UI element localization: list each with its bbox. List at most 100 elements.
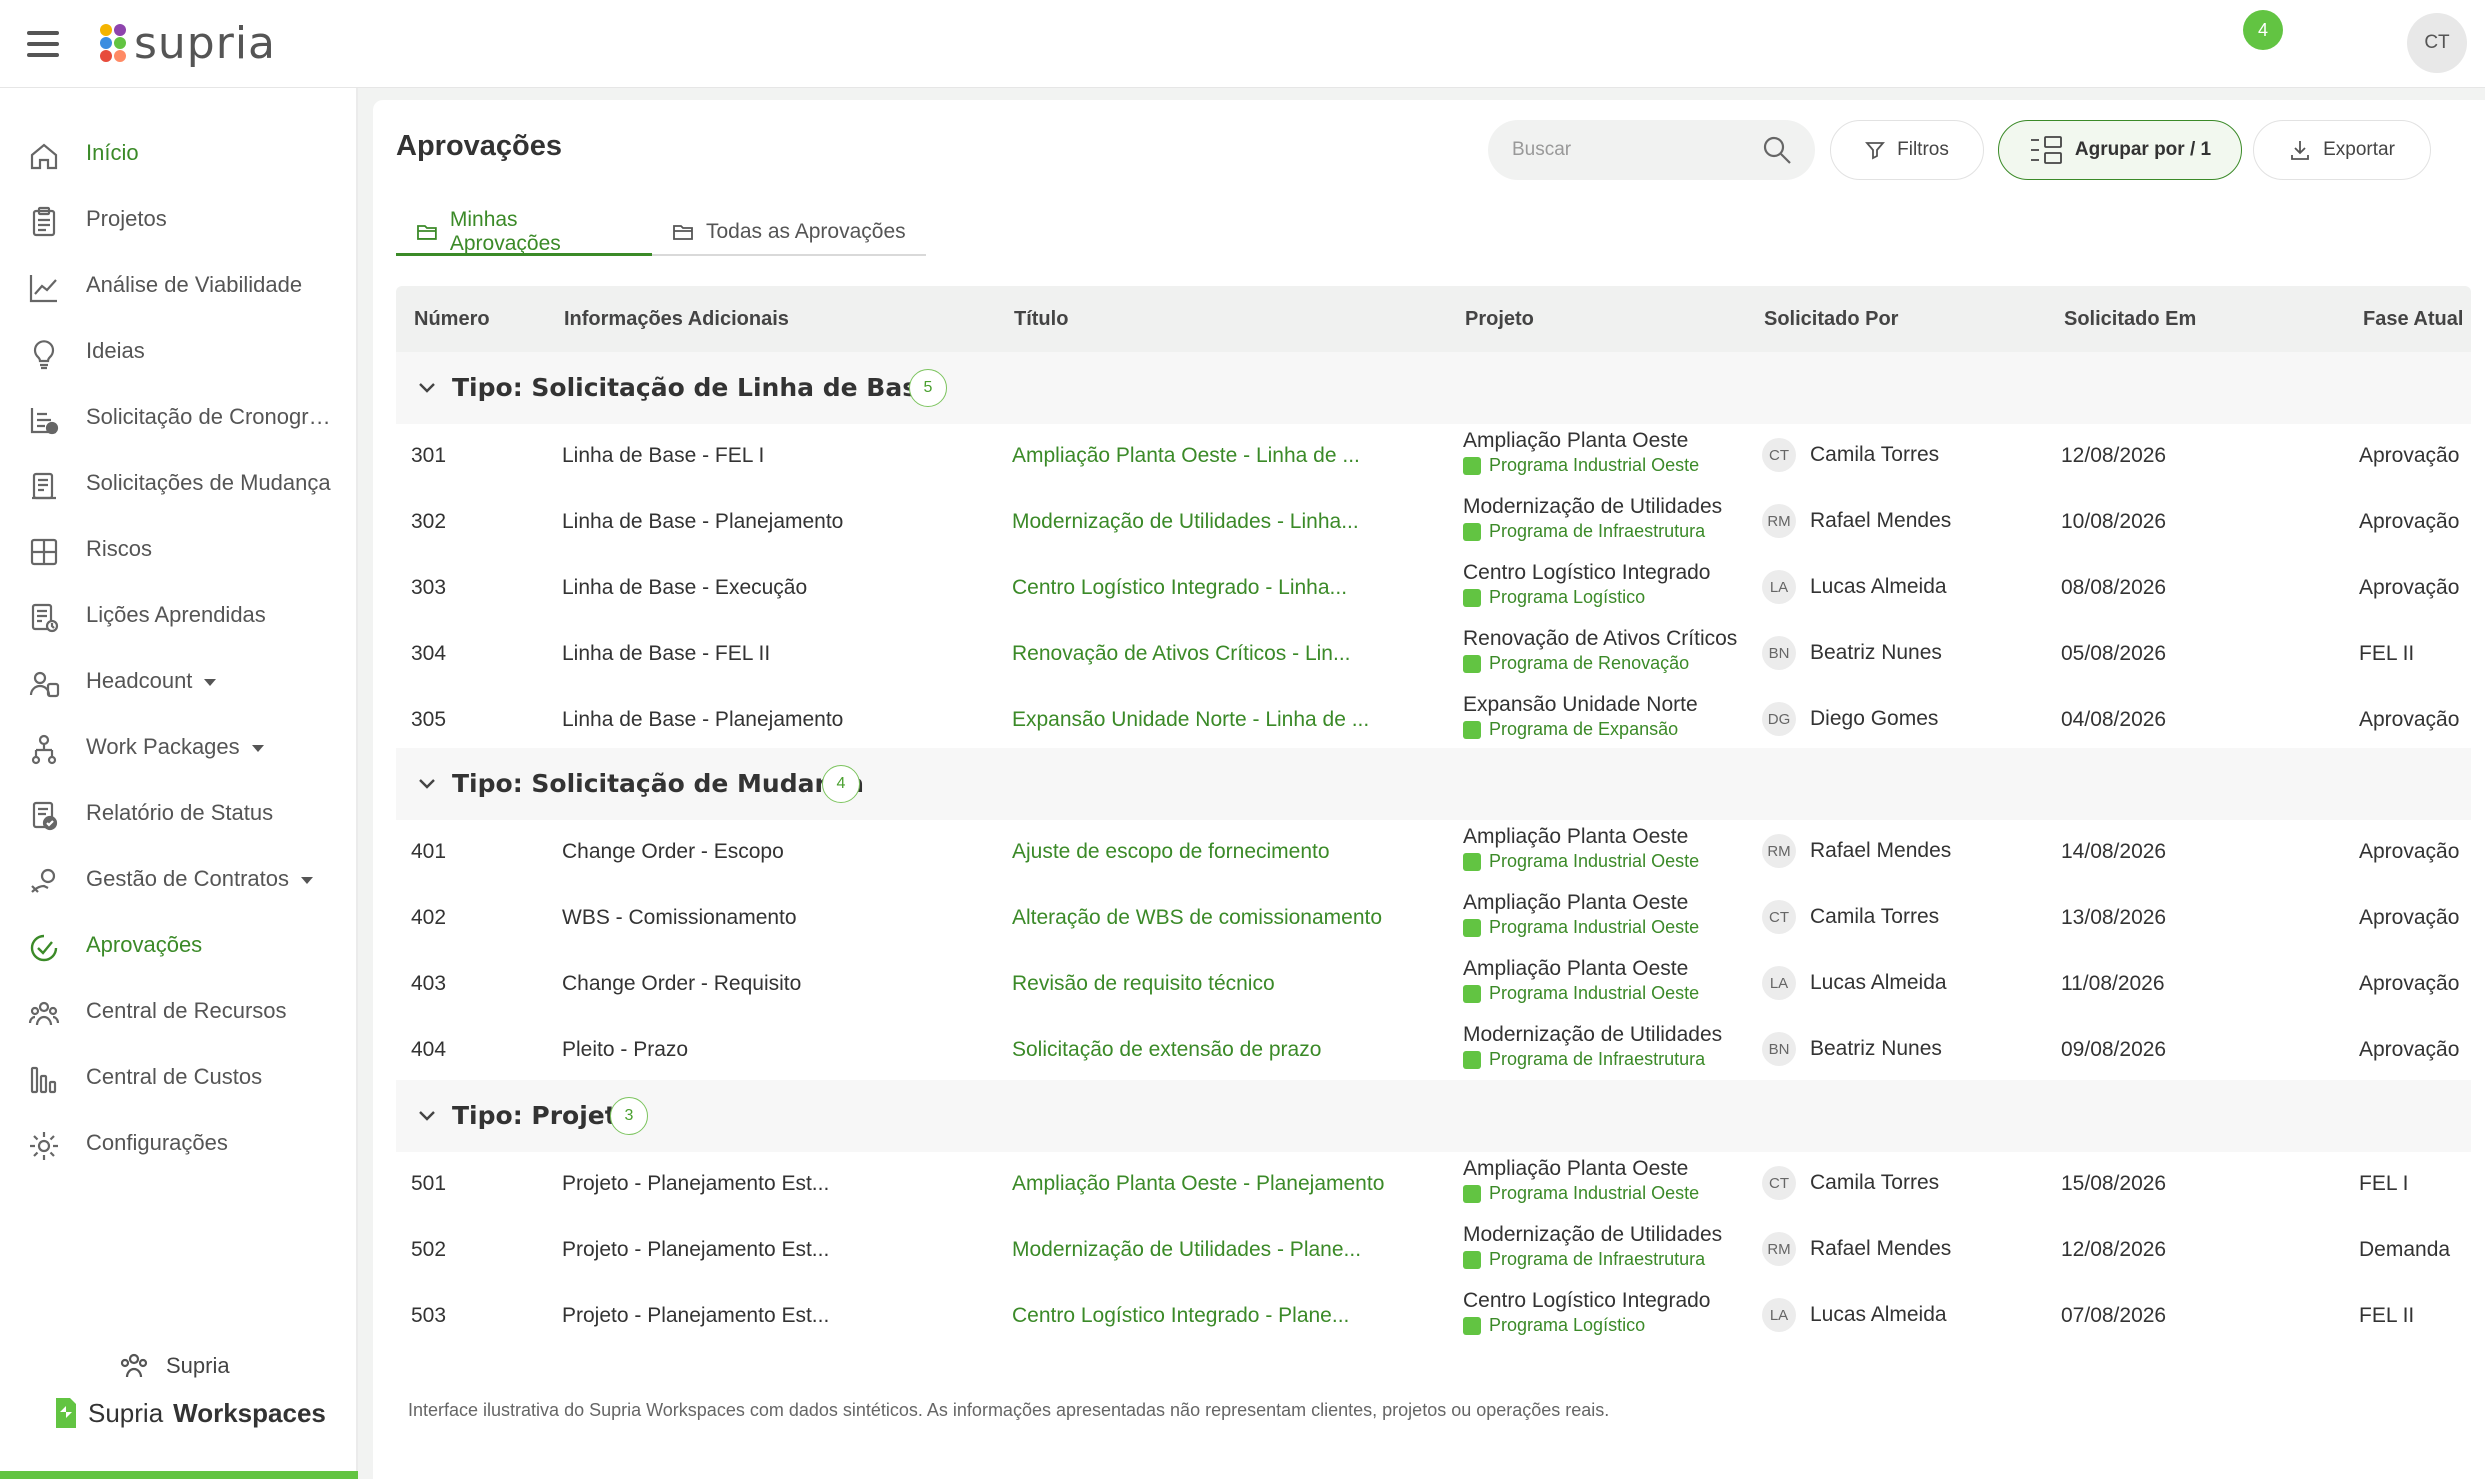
notification-badge[interactable]: 4 (2243, 10, 2283, 50)
cell-title-link[interactable]: Ajuste de escopo de fornecimento (1012, 840, 1422, 864)
table-row[interactable]: 302 Linha de Base - Planejamento Moderniza… (396, 490, 2471, 556)
search-box[interactable] (1488, 120, 1815, 180)
project-name: Modernização de Utilidades (1463, 1223, 1723, 1246)
table-row[interactable]: 401 Change Order - Escopo Ajuste de escopo… (396, 820, 2471, 886)
group-by-button[interactable]: Agrupar por / 1 (1998, 120, 2242, 180)
cell-title-link[interactable]: Renovação de Ativos Críticos - Lin... (1012, 642, 1422, 666)
lessons-icon (31, 603, 59, 633)
gear-icon (30, 1132, 58, 1160)
cell-title-link[interactable]: Alteração de WBS de comissionamento (1012, 906, 1422, 930)
cell-number: 404 (411, 1038, 447, 1061)
group-label: Tipo: Solicitação de Mudança (452, 769, 864, 798)
sidebar-item-headcount[interactable]: Headcount (0, 652, 356, 712)
column-header-numero[interactable]: Número (414, 308, 490, 331)
sidebar-item-ideias[interactable]: Ideias (0, 322, 356, 382)
column-header-info[interactable]: Informações Adicionais (564, 308, 789, 331)
cell-phase: Aprovação (2359, 444, 2460, 467)
change-request-icon (32, 472, 56, 500)
table-row[interactable]: 403 Change Order - Requisito Revisão de re… (396, 952, 2471, 1018)
cell-title-link[interactable]: Ampliação Planta Oeste - Planejamento (1012, 1172, 1422, 1196)
cell-title-link[interactable]: Centro Logístico Integrado - Linha... (1012, 576, 1422, 600)
cell-project: Ampliação Planta Oeste Programa Industria… (1463, 429, 1763, 476)
search-input[interactable] (1512, 134, 1752, 166)
group-header[interactable]: Tipo: Solicitação de Mudança 4 (396, 748, 2471, 820)
requester-name: Lucas Almeida (1810, 1303, 1947, 1326)
chevron-down-icon[interactable] (416, 772, 438, 794)
column-header-projeto[interactable]: Projeto (1465, 308, 1534, 331)
sidebar-item-solicitacoes-mudanca[interactable]: Solicitações de Mudança (0, 454, 356, 514)
table-row[interactable]: 502 Projeto - Planejamento Est... Moderniz… (396, 1218, 2471, 1284)
cell-title-link[interactable]: Ampliação Planta Oeste - Linha de ... (1012, 444, 1422, 468)
avatar: RM (1762, 504, 1796, 538)
cell-title-link[interactable]: Expansão Unidade Norte - Linha de ... (1012, 708, 1422, 732)
tab-minhas-aprovacoes[interactable]: Minhas Aprovações (396, 208, 652, 256)
search-icon[interactable] (1761, 134, 1793, 166)
group-count-badge: 4 (822, 765, 860, 803)
sidebar-item-central-recursos[interactable]: Central de Recursos (0, 982, 356, 1042)
program-name: Programa Industrial Oeste (1489, 455, 1700, 475)
table-row[interactable]: 503 Projeto - Planejamento Est... Centro L… (396, 1284, 2471, 1350)
column-header-solicitado-por[interactable]: Solicitado Por (1764, 308, 1898, 331)
cell-title-link[interactable]: Solicitação de extensão de prazo (1012, 1038, 1422, 1062)
table-row[interactable]: 305 Linha de Base - Planejamento Expansão … (396, 688, 2471, 754)
sidebar-item-gestao-contratos[interactable]: Gestão de Contratos (0, 850, 356, 910)
program-name: Programa de Expansão (1489, 719, 1679, 739)
program-tag: Programa Industrial Oeste (1463, 455, 1763, 476)
cell-info: Linha de Base - Planejamento (562, 708, 844, 731)
cell-requested-date: 10/08/2026 (2061, 510, 2167, 533)
column-header-solicitado-em[interactable]: Solicitado Em (2064, 308, 2196, 331)
cell-title-link[interactable]: Centro Logístico Integrado - Plane... (1012, 1304, 1422, 1328)
sidebar-item-aprovacoes[interactable]: Aprovações (0, 916, 356, 976)
program-tag: Programa de Renovação (1463, 653, 1763, 674)
avatar: DG (1762, 702, 1796, 736)
column-header-fase-atual[interactable]: Fase Atual (2363, 308, 2463, 331)
group-header[interactable]: Tipo: Projeto 3 (396, 1080, 2471, 1152)
project-name: Modernização de Utilidades (1463, 1023, 1723, 1046)
cell-phase: Aprovação (2359, 510, 2460, 533)
menu-icon[interactable] (27, 31, 59, 57)
sidebar-item-relatorio-status[interactable]: Relatório de Status (0, 784, 356, 844)
chevron-down-icon[interactable] (416, 1104, 438, 1126)
table-row[interactable]: 301 Linha de Base - FEL I Ampliação Planta… (396, 424, 2471, 490)
status-report-icon (32, 801, 58, 831)
sidebar-item-label: Central de Custos (86, 1064, 263, 1089)
table-row[interactable]: 404 Pleito - Prazo Solicitação de extensão… (396, 1018, 2471, 1084)
tab-todas-aprovacoes[interactable]: Todas as Aprovações (652, 210, 926, 254)
program-tag: Programa Industrial Oeste (1463, 917, 1763, 938)
table-row[interactable]: 402 WBS - Comissionamento Alteração de WBS… (396, 886, 2471, 952)
cell-info: Linha de Base - FEL II (562, 642, 771, 665)
sidebar-item-projetos[interactable]: Projetos (0, 190, 356, 250)
table-row[interactable]: 304 Linha de Base - FEL II Renovação de At… (396, 622, 2471, 688)
sidebar-item-inicio[interactable]: Início (0, 124, 356, 184)
cell-phase: FEL II (2359, 642, 2415, 665)
sidebar-item-analise[interactable]: Análise de Viabilidade (0, 256, 356, 316)
cell-requested-by: LA Lucas Almeida (1762, 570, 2052, 604)
cell-title-link[interactable]: Modernização de Utilidades - Plane... (1012, 1238, 1422, 1262)
footnote: Interface ilustrativa do Supria Workspac… (408, 1400, 1610, 1420)
org-switcher[interactable]: Supria (118, 1350, 230, 1382)
table-row[interactable]: 501 Projeto - Planejamento Est... Ampliaçã… (396, 1152, 2471, 1218)
avatar: CT (1762, 438, 1796, 472)
group-header[interactable]: Tipo: Solicitação de Linha de Base 5 (396, 352, 2471, 424)
program-color-swatch (1463, 522, 1481, 541)
export-button[interactable]: Exportar (2253, 120, 2431, 180)
column-header-titulo[interactable]: Título (1014, 308, 1068, 331)
cell-requested-by: RM Rafael Mendes (1762, 504, 2052, 538)
user-avatar[interactable]: CT (2407, 13, 2467, 73)
cell-title-link[interactable]: Modernização de Utilidades - Linha... (1012, 510, 1422, 534)
app-logo[interactable]: supria (96, 18, 276, 69)
sidebar-item-solicitacao-cronograma[interactable]: Solicitação de Cronograma (0, 388, 356, 448)
program-color-swatch (1463, 1250, 1481, 1269)
sidebar-item-configuracoes[interactable]: Configurações (0, 1114, 356, 1174)
chevron-down-icon[interactable] (416, 376, 438, 398)
table-row[interactable]: 303 Linha de Base - Execução Centro Logíst… (396, 556, 2471, 622)
sidebar-item-central-custos[interactable]: Central de Custos (0, 1048, 356, 1108)
program-tag: Programa Logístico (1463, 1315, 1763, 1336)
sidebar-item-licoes[interactable]: Lições Aprendidas (0, 586, 356, 646)
filters-button[interactable]: Filtros (1830, 120, 1984, 180)
requester-name: Rafael Mendes (1810, 1237, 1952, 1260)
sidebar-item-work-packages[interactable]: Work Packages (0, 718, 356, 778)
cell-title-link[interactable]: Revisão de requisito técnico (1012, 972, 1422, 996)
sidebar: Início Projetos Análise de Viabilidade I… (0, 88, 358, 1479)
sidebar-item-riscos[interactable]: Riscos (0, 520, 356, 580)
